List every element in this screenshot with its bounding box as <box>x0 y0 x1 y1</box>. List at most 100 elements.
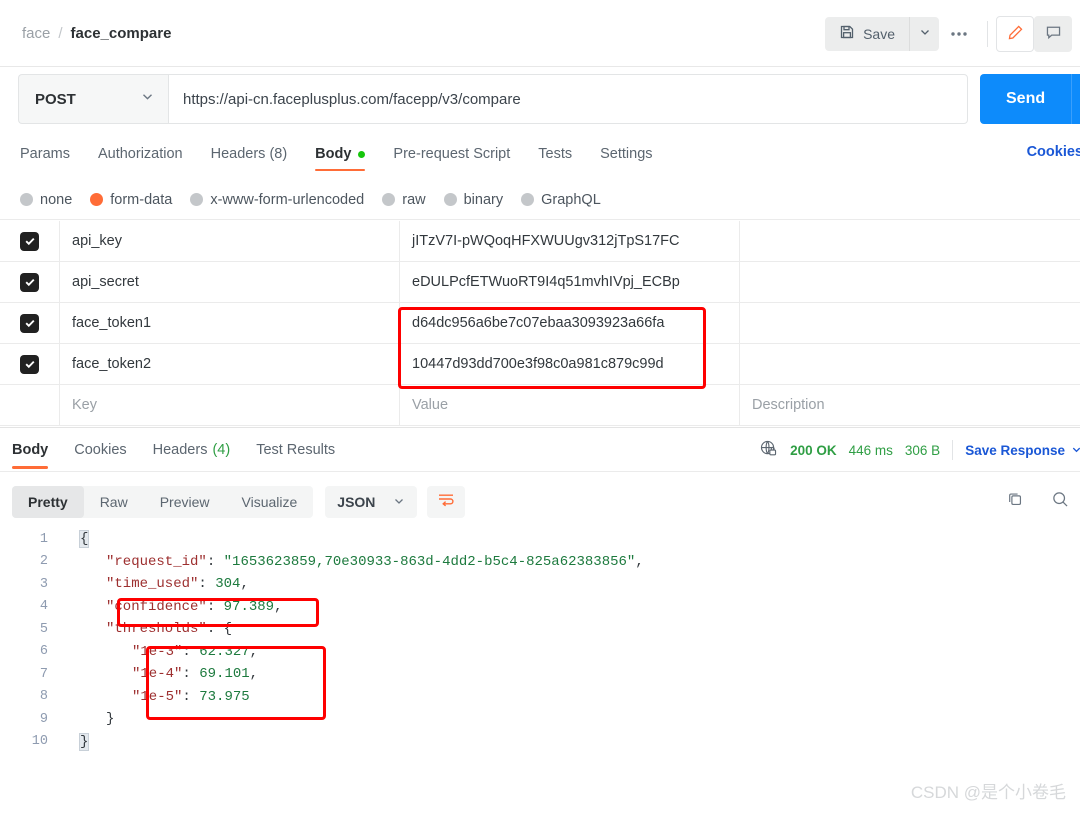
row-key[interactable]: api_secret <box>60 262 400 302</box>
response-tabs: Body Cookies Headers (4) Test Results 20… <box>0 428 1080 472</box>
breadcrumb-request-name[interactable]: face_compare <box>71 25 172 42</box>
response-body-viewer[interactable]: 1{2 "request_id": "1653623859,70e30933-86… <box>0 528 1080 773</box>
edit-request-button[interactable] <box>996 15 1034 52</box>
response-tab-headers[interactable]: Headers (4) <box>153 428 231 472</box>
response-size: 306 B <box>904 442 941 458</box>
http-method-select[interactable]: POST <box>18 74 168 124</box>
comment-icon <box>1045 24 1062 44</box>
send-options-caret[interactable] <box>1071 74 1080 124</box>
body-type-binary[interactable]: binary <box>443 191 504 208</box>
body-type-urlencoded-label: x-www-form-urlencoded <box>210 191 365 208</box>
code-line-text: "1e-3": 62.327, <box>132 643 259 660</box>
row-value[interactable]: jITzV7I-pWQoqHFXWUUgv312jTpS17FC <box>400 221 740 261</box>
more-actions-button[interactable] <box>939 17 979 51</box>
url-input[interactable]: https://api-cn.faceplusplus.com/facepp/v… <box>168 74 968 124</box>
row-value[interactable]: 10447d93dd700e3f98c0a981c879c99d <box>400 344 740 384</box>
radio-icon <box>90 193 104 206</box>
save-button-group: Save <box>825 16 939 51</box>
row-checkbox-cell <box>0 385 60 425</box>
view-mode-raw[interactable]: Raw <box>84 486 144 518</box>
body-type-binary-label: binary <box>463 191 504 208</box>
tab-tests[interactable]: Tests <box>538 133 572 175</box>
cookies-link[interactable]: Cookies <box>1027 144 1080 160</box>
new-row-value-input[interactable]: Value <box>400 385 740 425</box>
code-line: 5 "thresholds": { <box>0 618 1080 641</box>
response-tab-body-label: Body <box>12 441 49 458</box>
row-checkbox[interactable] <box>20 272 39 292</box>
save-options-caret[interactable] <box>909 16 939 51</box>
line-number: 2 <box>39 554 48 570</box>
table-row-empty: Key Value Description <box>0 385 1080 426</box>
url-text: https://api-cn.faceplusplus.com/facepp/v… <box>183 90 521 108</box>
row-key[interactable]: face_token2 <box>60 344 400 384</box>
check-icon <box>25 319 34 328</box>
row-checkbox[interactable] <box>20 313 39 333</box>
row-checkbox[interactable] <box>20 231 39 251</box>
body-type-graphql[interactable]: GraphQL <box>521 192 601 208</box>
search-icon[interactable] <box>1051 490 1070 514</box>
tab-body-label: Body <box>315 146 352 162</box>
save-response-button[interactable]: Save Response <box>965 443 1065 458</box>
code-line-text: } <box>106 711 115 728</box>
body-type-none[interactable]: none <box>20 192 72 208</box>
breadcrumb-collection[interactable]: face <box>22 25 50 42</box>
row-key[interactable]: api_key <box>60 221 400 261</box>
response-tab-body[interactable]: Body <box>12 428 49 472</box>
code-line-text: "1e-4": 69.101, <box>132 666 259 683</box>
chevron-down-icon[interactable] <box>1071 443 1080 458</box>
ellipsis-icon <box>951 31 967 36</box>
word-wrap-icon <box>437 492 455 513</box>
radio-icon <box>190 193 204 206</box>
tab-pre-request-script[interactable]: Pre-request Script <box>393 133 510 175</box>
check-icon <box>25 360 34 369</box>
row-key[interactable]: face_token1 <box>60 303 400 343</box>
new-row-key-input[interactable]: Key <box>60 385 400 425</box>
word-wrap-button[interactable] <box>427 486 466 518</box>
copy-icon[interactable] <box>1006 490 1025 514</box>
tab-settings[interactable]: Settings <box>600 133 652 175</box>
view-mode-visualize[interactable]: Visualize <box>226 486 314 518</box>
view-mode-preview[interactable]: Preview <box>144 486 226 518</box>
view-mode-pretty[interactable]: Pretty <box>12 486 84 518</box>
response-format-select[interactable]: JSON <box>325 486 418 518</box>
body-type-form-data[interactable]: form-data <box>90 192 172 208</box>
row-value[interactable]: eDULPcfETWuoRT9I4q51mvhIVpj_ECBp <box>400 262 740 302</box>
row-value[interactable]: d64dc956a6be7c07ebaa3093923a66fa <box>400 303 740 343</box>
tab-authorization[interactable]: Authorization <box>98 133 183 175</box>
tab-params[interactable]: Params <box>20 133 70 175</box>
code-line: 1{ <box>0 528 1080 551</box>
send-button[interactable]: Send <box>980 74 1072 124</box>
body-type-raw[interactable]: raw <box>382 192 426 208</box>
response-meta: 200 OK 446 ms 306 B Save Response <box>759 428 1080 472</box>
row-description[interactable] <box>740 344 1080 384</box>
code-line: 3 "time_used": 304, <box>0 573 1080 596</box>
table-row: face_token2 10447d93dd700e3f98c0a981c879… <box>0 344 1080 385</box>
body-type-x-www-form-urlencoded[interactable]: x-www-form-urlencoded <box>190 192 364 208</box>
breadcrumb: face / face_compare <box>0 25 171 42</box>
row-checkbox-cell <box>0 262 60 302</box>
row-description[interactable] <box>740 262 1080 302</box>
chevron-down-icon <box>141 90 154 108</box>
line-number: 5 <box>39 621 48 637</box>
tab-headers[interactable]: Headers (8) <box>211 133 288 175</box>
new-row-description-input[interactable]: Description <box>740 385 1080 425</box>
comments-button[interactable] <box>1034 15 1072 52</box>
line-number: 7 <box>39 666 48 682</box>
row-description[interactable] <box>740 221 1080 261</box>
save-button[interactable]: Save <box>825 16 909 51</box>
top-bar: face / face_compare Save <box>0 0 1080 67</box>
tab-headers-label: Headers (8) <box>210 146 288 162</box>
url-bar: POST https://api-cn.faceplusplus.com/fac… <box>18 74 1080 124</box>
top-actions: Save <box>825 0 1080 67</box>
row-description[interactable] <box>740 303 1080 343</box>
body-modified-dot-icon <box>358 150 366 158</box>
response-tab-test-results-label: Test Results <box>256 441 336 458</box>
globe-lock-icon <box>759 439 778 461</box>
tab-body[interactable]: Body <box>315 133 366 175</box>
response-tab-cookies[interactable]: Cookies <box>74 428 126 472</box>
response-headers-count: (4) <box>212 441 231 458</box>
response-tab-test-results[interactable]: Test Results <box>256 428 335 472</box>
line-number: 1 <box>39 531 48 547</box>
line-number: 4 <box>39 599 48 615</box>
row-checkbox[interactable] <box>20 354 39 374</box>
